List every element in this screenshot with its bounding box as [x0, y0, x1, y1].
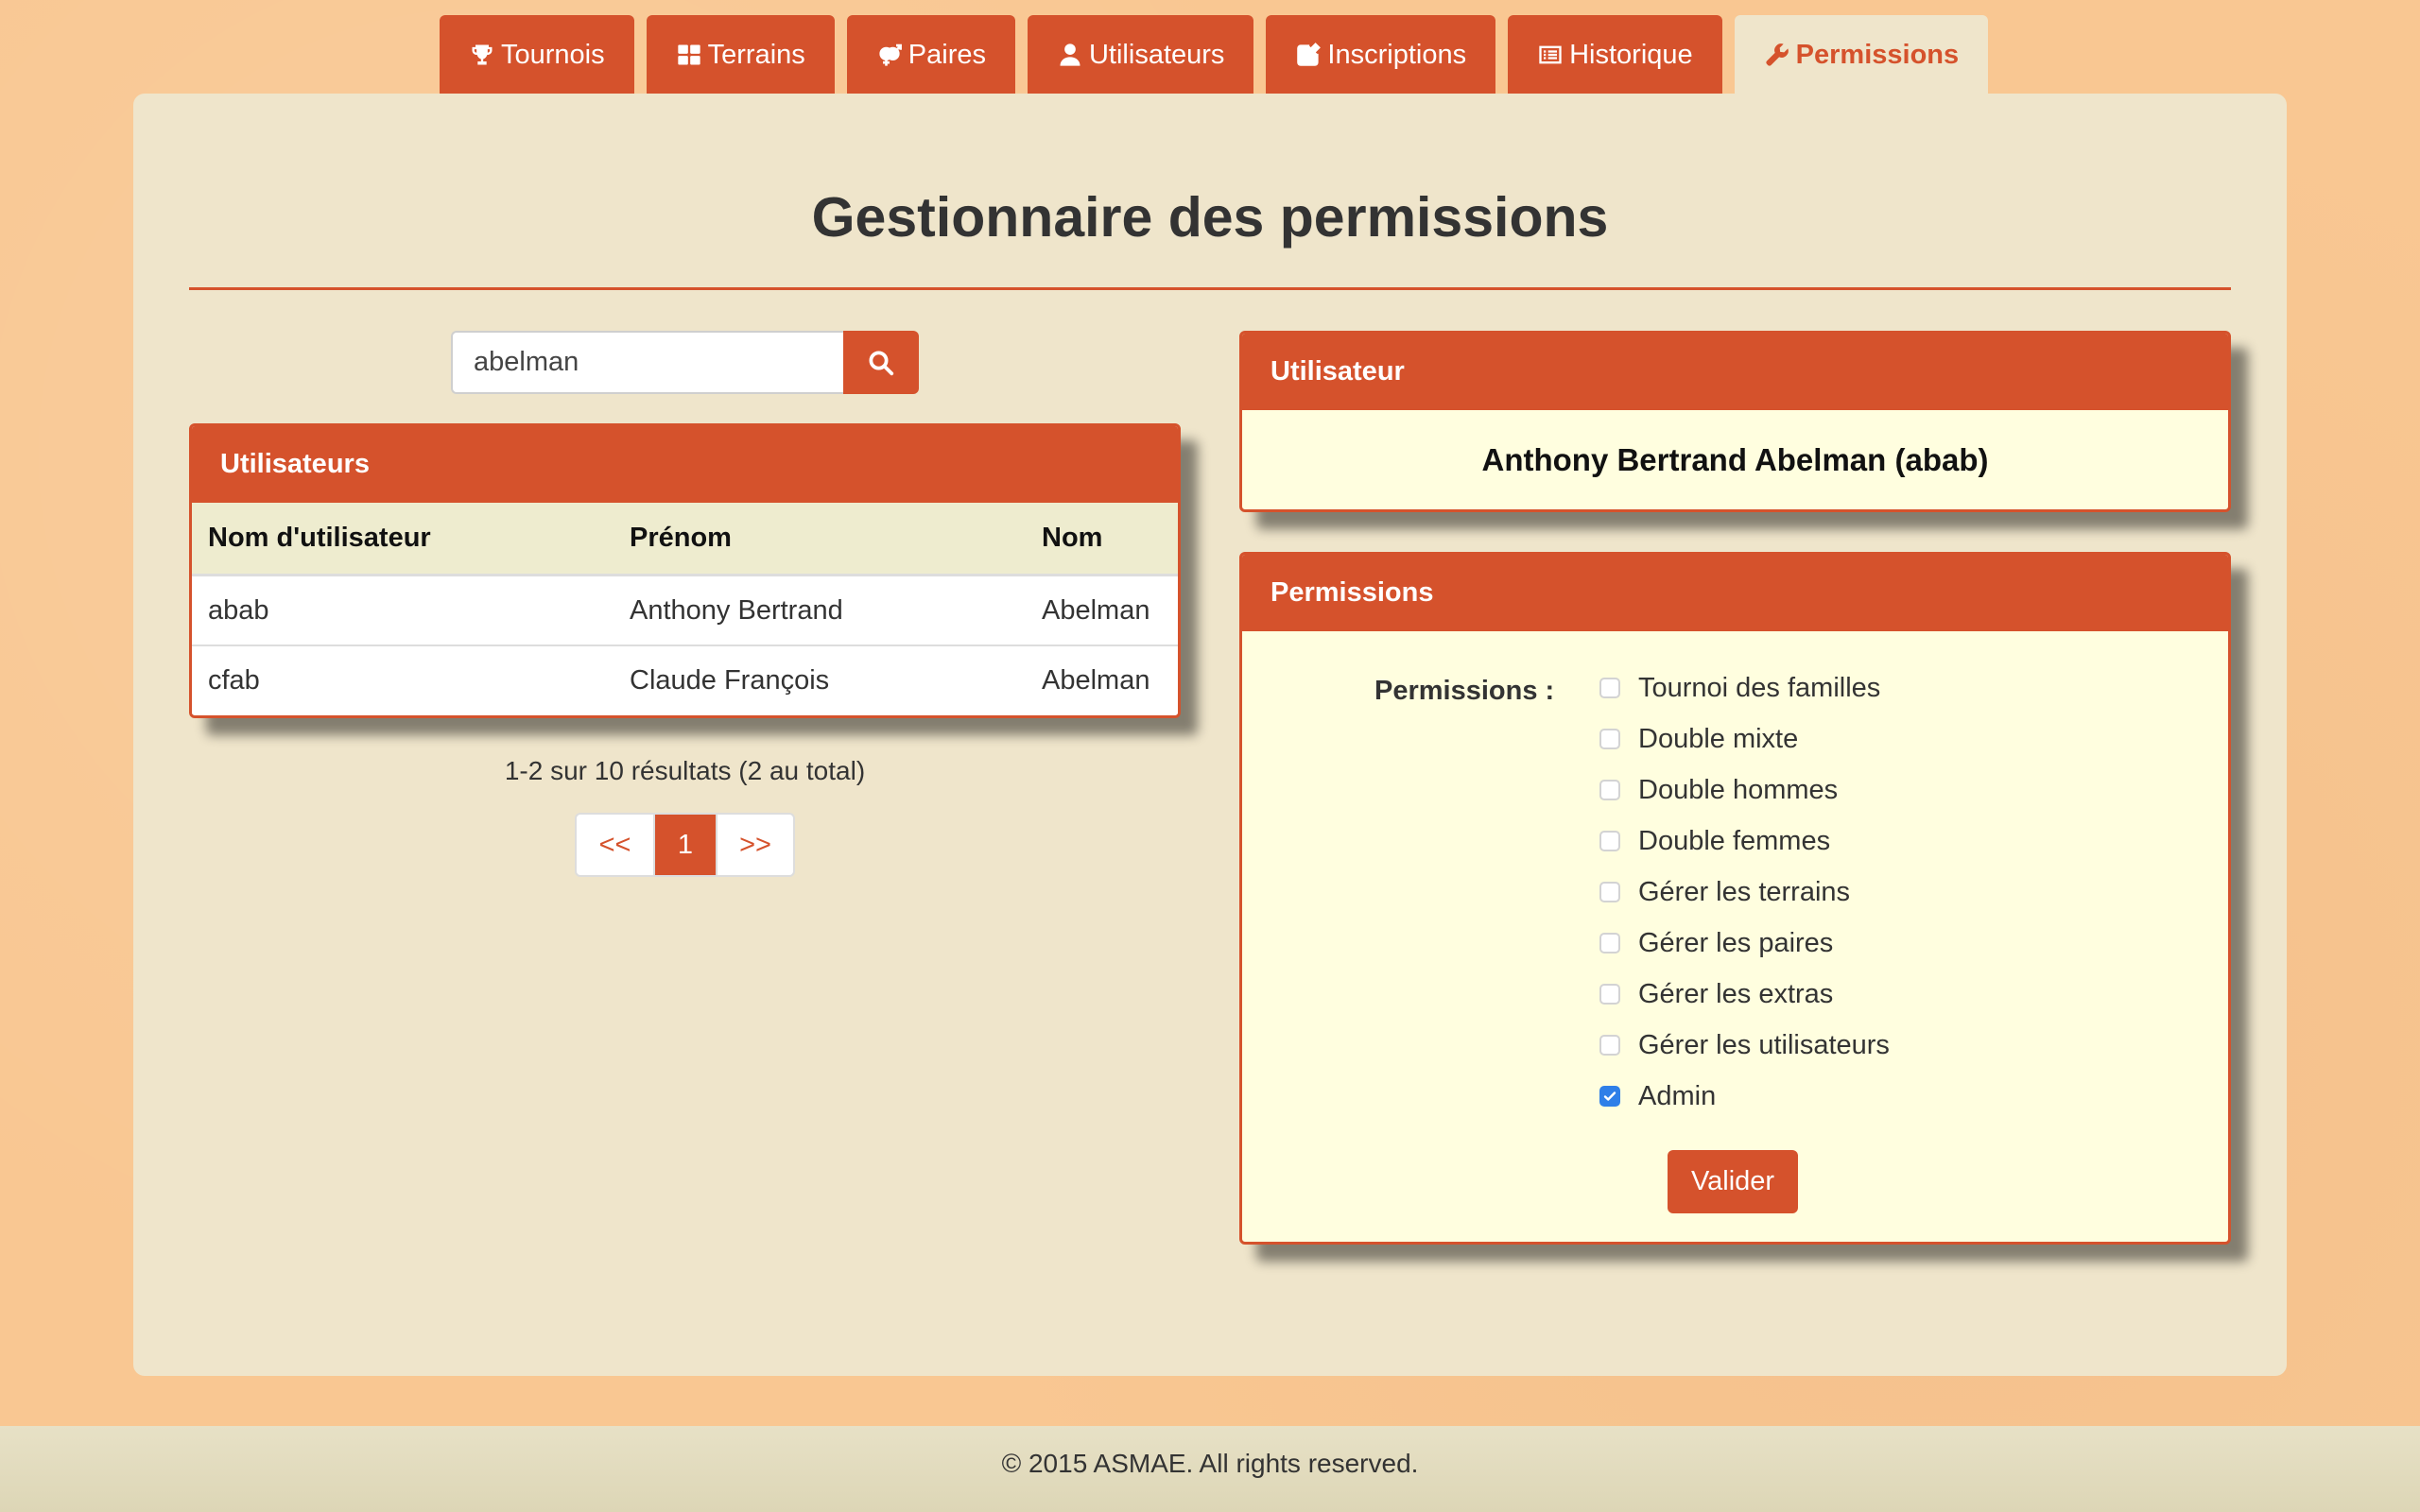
permission-checkbox[interactable]	[1599, 678, 1620, 698]
cell-username: cfab	[192, 644, 614, 714]
tab-label: Permissions	[1795, 39, 1960, 70]
column-header-firstname: Prénom	[614, 503, 1026, 576]
permission-option[interactable]: Double hommes	[1599, 765, 1890, 816]
permission-option[interactable]: Admin	[1599, 1071, 1890, 1122]
results-summary: 1-2 sur 10 résultats (2 au total)	[504, 756, 866, 785]
search-bar	[451, 331, 919, 394]
cell-firstname: Claude François	[614, 644, 1026, 714]
main-tabs: Tournois Terrains Paires Utilisateurs In…	[440, 15, 2000, 94]
tab-label: Utilisateurs	[1088, 39, 1225, 70]
wrench-icon	[1764, 42, 1790, 68]
permissions-panel: Permissions Permissions : Tournoi des fa…	[1239, 552, 2231, 1245]
list-icon	[1537, 42, 1564, 68]
tab-inscriptions[interactable]: Inscriptions	[1266, 15, 1496, 94]
cell-lastname: Abelman	[1026, 574, 1178, 645]
permission-label: Gérer les paires	[1638, 927, 1834, 958]
tab-terrains[interactable]: Terrains	[646, 15, 835, 94]
users-panel-title: Utilisateurs	[192, 426, 1178, 503]
permission-label: Tournoi des familles	[1638, 672, 1881, 703]
footer: © 2015 ASMAE. All rights reserved.	[0, 1426, 2420, 1512]
cell-firstname: Anthony Bertrand	[614, 574, 1026, 645]
tab-tournois[interactable]: Tournois	[440, 15, 634, 94]
users-table: Nom d'utilisateur Prénom Nom abab Anthon…	[192, 503, 1178, 714]
table-row[interactable]: abab Anthony Bertrand Abelman	[192, 574, 1178, 645]
search-icon	[867, 349, 895, 377]
search-input[interactable]	[451, 331, 843, 394]
table-row[interactable]: cfab Claude François Abelman	[192, 644, 1178, 714]
tab-label: Tournois	[501, 39, 605, 70]
tab-label: Inscriptions	[1327, 39, 1467, 70]
permission-checkbox[interactable]	[1599, 780, 1620, 800]
tab-permissions[interactable]: Permissions	[1734, 15, 1989, 94]
permission-option[interactable]: Gérer les extras	[1599, 969, 1890, 1020]
permission-option[interactable]: Gérer les utilisateurs	[1599, 1020, 1890, 1071]
edit-icon	[1295, 42, 1322, 68]
permission-label: Double mixte	[1638, 723, 1799, 754]
pagination-page-button[interactable]: 1	[655, 815, 716, 875]
permission-option[interactable]: Gérer les paires	[1599, 918, 1890, 969]
tab-paires[interactable]: Paires	[846, 15, 1015, 94]
column-header-username: Nom d'utilisateur	[192, 503, 614, 576]
permission-label: Gérer les extras	[1638, 978, 1834, 1009]
permissions-checkbox-list: Tournoi des familles Double mixte Double h…	[1599, 662, 1890, 1122]
table-header-row: Nom d'utilisateur Prénom Nom	[192, 503, 1178, 576]
submit-button[interactable]: Valider	[1668, 1150, 1798, 1213]
pagination-prev-button[interactable]: <<	[577, 815, 655, 875]
page-title: Gestionnaire des permissions	[811, 186, 1609, 249]
permission-checkbox[interactable]	[1599, 729, 1620, 749]
cell-lastname: Abelman	[1026, 644, 1178, 714]
title-divider	[189, 287, 2231, 290]
permission-option[interactable]: Double mixte	[1599, 713, 1890, 765]
pagination-next-button[interactable]: >>	[716, 815, 793, 875]
permission-label: Double femmes	[1638, 825, 1831, 856]
column-header-lastname: Nom	[1026, 503, 1178, 576]
permission-label: Gérer les terrains	[1638, 876, 1851, 907]
permission-option[interactable]: Tournoi des familles	[1599, 662, 1890, 713]
selected-user-name: Anthony Bertrand Abelman (abab)	[1481, 442, 1989, 477]
permissions-panel-title: Permissions	[1242, 555, 2228, 631]
cell-username: abab	[192, 574, 614, 645]
grid-icon	[676, 42, 702, 68]
permission-option[interactable]: Gérer les terrains	[1599, 867, 1890, 918]
permission-label: Gérer les utilisateurs	[1638, 1029, 1890, 1060]
tab-label: Terrains	[707, 39, 805, 70]
permission-checkbox[interactable]	[1599, 984, 1620, 1005]
permission-checkbox[interactable]	[1599, 882, 1620, 902]
permissions-label: Permissions :	[1374, 676, 1555, 706]
tab-utilisateurs[interactable]: Utilisateurs	[1027, 15, 1254, 94]
permission-checkbox[interactable]	[1599, 831, 1620, 851]
gender-icon	[876, 42, 903, 68]
tab-label: Paires	[908, 39, 986, 70]
permission-checkbox[interactable]	[1599, 933, 1620, 954]
permission-label: Double hommes	[1638, 774, 1839, 805]
permission-checkbox[interactable]	[1599, 1035, 1620, 1056]
users-panel: Utilisateurs Nom d'utilisateur Prénom No…	[189, 423, 1181, 718]
checkmark-icon	[1603, 1091, 1616, 1101]
tab-historique[interactable]: Historique	[1508, 15, 1722, 94]
user-icon	[1057, 42, 1083, 68]
search-button[interactable]	[843, 331, 919, 394]
selected-user-panel-title: Utilisateur	[1242, 334, 2228, 410]
permission-label: Admin	[1638, 1080, 1717, 1111]
trophy-icon	[469, 42, 495, 68]
pagination: << 1 >>	[575, 813, 795, 877]
selected-user-panel: Utilisateur Anthony Bertrand Abelman (ab…	[1239, 331, 2231, 512]
permission-option[interactable]: Double femmes	[1599, 816, 1890, 867]
permission-checkbox[interactable]	[1599, 1086, 1620, 1107]
tab-label: Historique	[1569, 39, 1693, 70]
